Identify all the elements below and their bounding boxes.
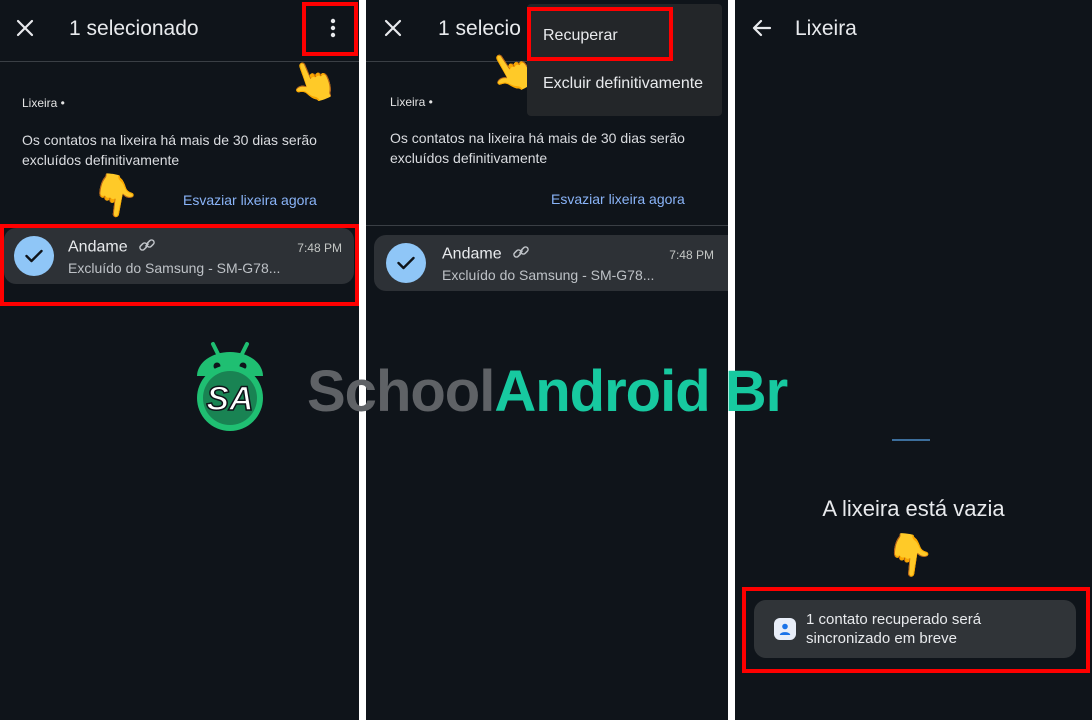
- pointing-hand-icon: 👆: [281, 52, 344, 112]
- section-label: Lixeira •: [390, 95, 433, 109]
- empty-trash-button[interactable]: Esvaziar lixeira agora: [551, 191, 685, 207]
- pointing-hand-down-icon: 👇: [882, 530, 938, 582]
- page-title: Lixeira: [795, 17, 857, 40]
- list-divider: [366, 225, 728, 226]
- contact-subtitle: Excluído do Samsung - SM-G78...: [442, 267, 655, 283]
- empty-state-message: A lixeira está vazia: [822, 496, 1005, 521]
- top-app-bar: Lixeira: [735, 0, 1092, 58]
- trash-info-text: Os contatos na lixeira há mais de 30 dia…: [22, 132, 317, 168]
- close-icon[interactable]: [12, 15, 38, 41]
- menu-item-delete-forever[interactable]: Excluir definitivamente: [543, 75, 703, 93]
- empty-trash-button[interactable]: Esvaziar lixeira agora: [183, 192, 317, 208]
- watermark-android: Android: [494, 359, 710, 424]
- android-logo-icon: SA: [185, 338, 275, 433]
- watermark-text: SchoolAndroid Br: [307, 358, 788, 425]
- contact-name: Andame: [442, 243, 530, 266]
- arrow-back-icon[interactable]: [749, 15, 775, 41]
- close-icon[interactable]: [380, 15, 406, 41]
- contact-time: 7:48 PM: [669, 248, 714, 262]
- progress-indicator: [892, 439, 930, 441]
- watermark-br: Br: [724, 359, 788, 424]
- logo-text: SA: [206, 380, 253, 418]
- link-icon: [512, 243, 530, 266]
- check-icon[interactable]: [386, 243, 426, 283]
- highlight-box-more: [302, 2, 358, 56]
- contact-name-text: Andame: [442, 245, 502, 263]
- trash-info-text: Os contatos na lixeira há mais de 30 dia…: [390, 130, 685, 166]
- selection-title: 1 selecionado: [69, 17, 199, 40]
- pointing-hand-down-icon: 👇: [86, 170, 144, 222]
- watermark: SA SchoolAndroid Br: [185, 338, 825, 433]
- section-label: Lixeira •: [22, 96, 65, 110]
- watermark-school: School: [307, 359, 495, 424]
- contact-list-item[interactable]: Andame Excluído do Samsung - SM-G78... 7…: [374, 235, 728, 291]
- highlight-box-contact: [0, 224, 359, 306]
- highlight-box-recover: [527, 7, 673, 61]
- selection-title: 1 selecio: [438, 17, 521, 40]
- highlight-box-snackbar: [742, 587, 1090, 673]
